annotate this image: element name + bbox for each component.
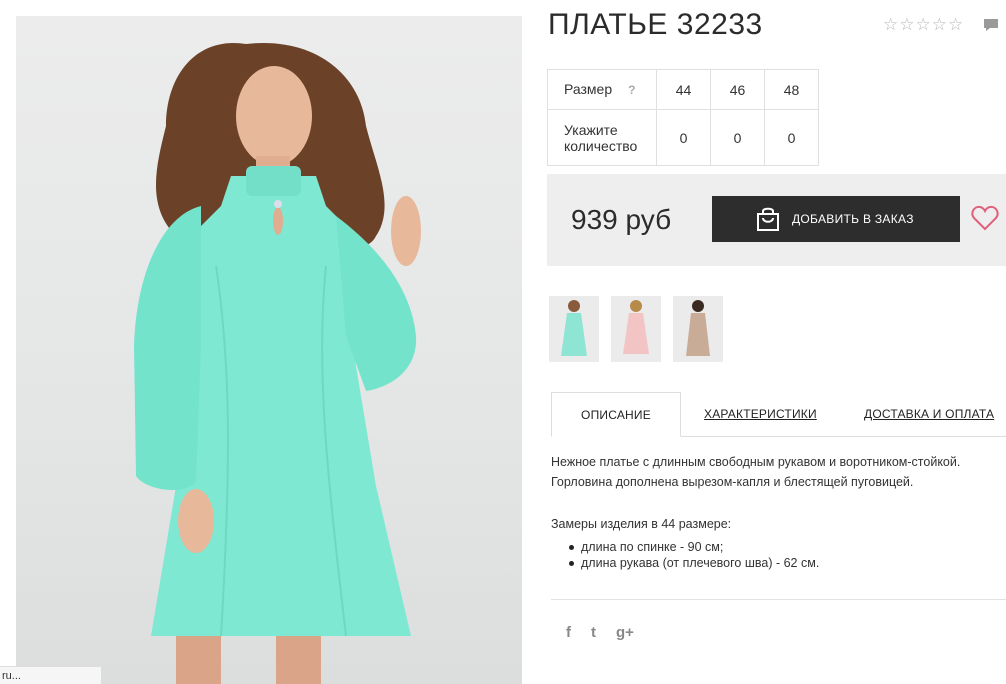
thumbnail-mint-dress[interactable] <box>549 296 599 362</box>
size-label: Размер <box>564 81 613 97</box>
price-box: 939 руб ДОБАВИТЬ В ЗАКАЗ <box>547 174 1006 266</box>
thumbnail-pink-dress[interactable] <box>611 296 661 362</box>
comment-icon[interactable] <box>983 18 999 32</box>
thumbnail-strip <box>549 296 723 362</box>
list-item: длина рукава (от плечевого шва) - 62 см. <box>569 555 819 571</box>
twitter-icon[interactable]: t <box>591 624 596 641</box>
star-icon[interactable]: ☆ <box>932 16 947 34</box>
heart-icon[interactable] <box>971 205 999 231</box>
pink-dress-thumb-icon <box>623 300 649 354</box>
size-option: 48 <box>764 69 819 110</box>
measures-list: длина по спинке - 90 см; длина рукава (о… <box>569 539 819 571</box>
quantity-input[interactable]: 0 <box>710 109 765 166</box>
shopping-bag-icon <box>757 207 779 231</box>
tab-characteristics[interactable]: ХАРАКТЕРИСТИКИ <box>704 392 817 437</box>
quantity-input[interactable]: 0 <box>764 109 819 166</box>
quantity-row: Укажите количество 0 0 0 <box>547 109 819 166</box>
help-icon[interactable]: ? <box>628 82 635 98</box>
size-option: 46 <box>710 69 765 110</box>
main-product-photo[interactable] <box>16 16 522 684</box>
mint-dress-thumb-icon <box>561 300 587 356</box>
divider <box>551 599 1006 600</box>
googleplus-icon[interactable]: g+ <box>616 624 634 641</box>
product-info-tabs: ОПИСАНИЕ ХАРАКТЕРИСТИКИ ДОСТАВКА И ОПЛАТ… <box>551 392 1006 437</box>
tab-description[interactable]: ОПИСАНИЕ <box>551 392 681 437</box>
thumbnail-beige-dress[interactable] <box>673 296 723 362</box>
dress-model-illustration <box>134 42 421 684</box>
size-label-cell: Размер? <box>547 69 657 110</box>
size-quantity-table: Размер? 44 46 48 Укажите количество 0 0 … <box>547 69 819 166</box>
size-option: 44 <box>656 69 711 110</box>
size-row: Размер? 44 46 48 <box>547 69 819 110</box>
rating-stars[interactable]: ☆ ☆ ☆ ☆ ☆ <box>883 16 963 34</box>
quantity-input[interactable]: 0 <box>656 109 711 166</box>
browser-status-url: ru... <box>0 666 102 684</box>
quantity-label: Укажите количество <box>547 109 657 166</box>
star-icon[interactable]: ☆ <box>916 16 931 34</box>
tab-delivery-payment[interactable]: ДОСТАВКА И ОПЛАТА <box>864 392 994 437</box>
product-title: ПЛАТЬЕ 32233 <box>548 8 763 41</box>
measures-title: Замеры изделия в 44 размере: <box>551 517 732 531</box>
add-to-order-label: ДОБАВИТЬ В ЗАКАЗ <box>792 212 914 226</box>
list-item: длина по спинке - 90 см; <box>569 539 819 555</box>
star-icon[interactable]: ☆ <box>948 16 963 34</box>
facebook-icon[interactable]: f <box>566 624 571 641</box>
social-share: f t g+ <box>566 624 634 641</box>
star-icon[interactable]: ☆ <box>883 16 898 34</box>
add-to-order-button[interactable]: ДОБАВИТЬ В ЗАКАЗ <box>712 196 960 242</box>
star-icon[interactable]: ☆ <box>899 16 914 34</box>
beige-dress-thumb-icon <box>686 300 710 356</box>
product-price: 939 руб <box>571 204 672 235</box>
product-description: Нежное платье с длинным свободным рукаво… <box>551 455 961 489</box>
